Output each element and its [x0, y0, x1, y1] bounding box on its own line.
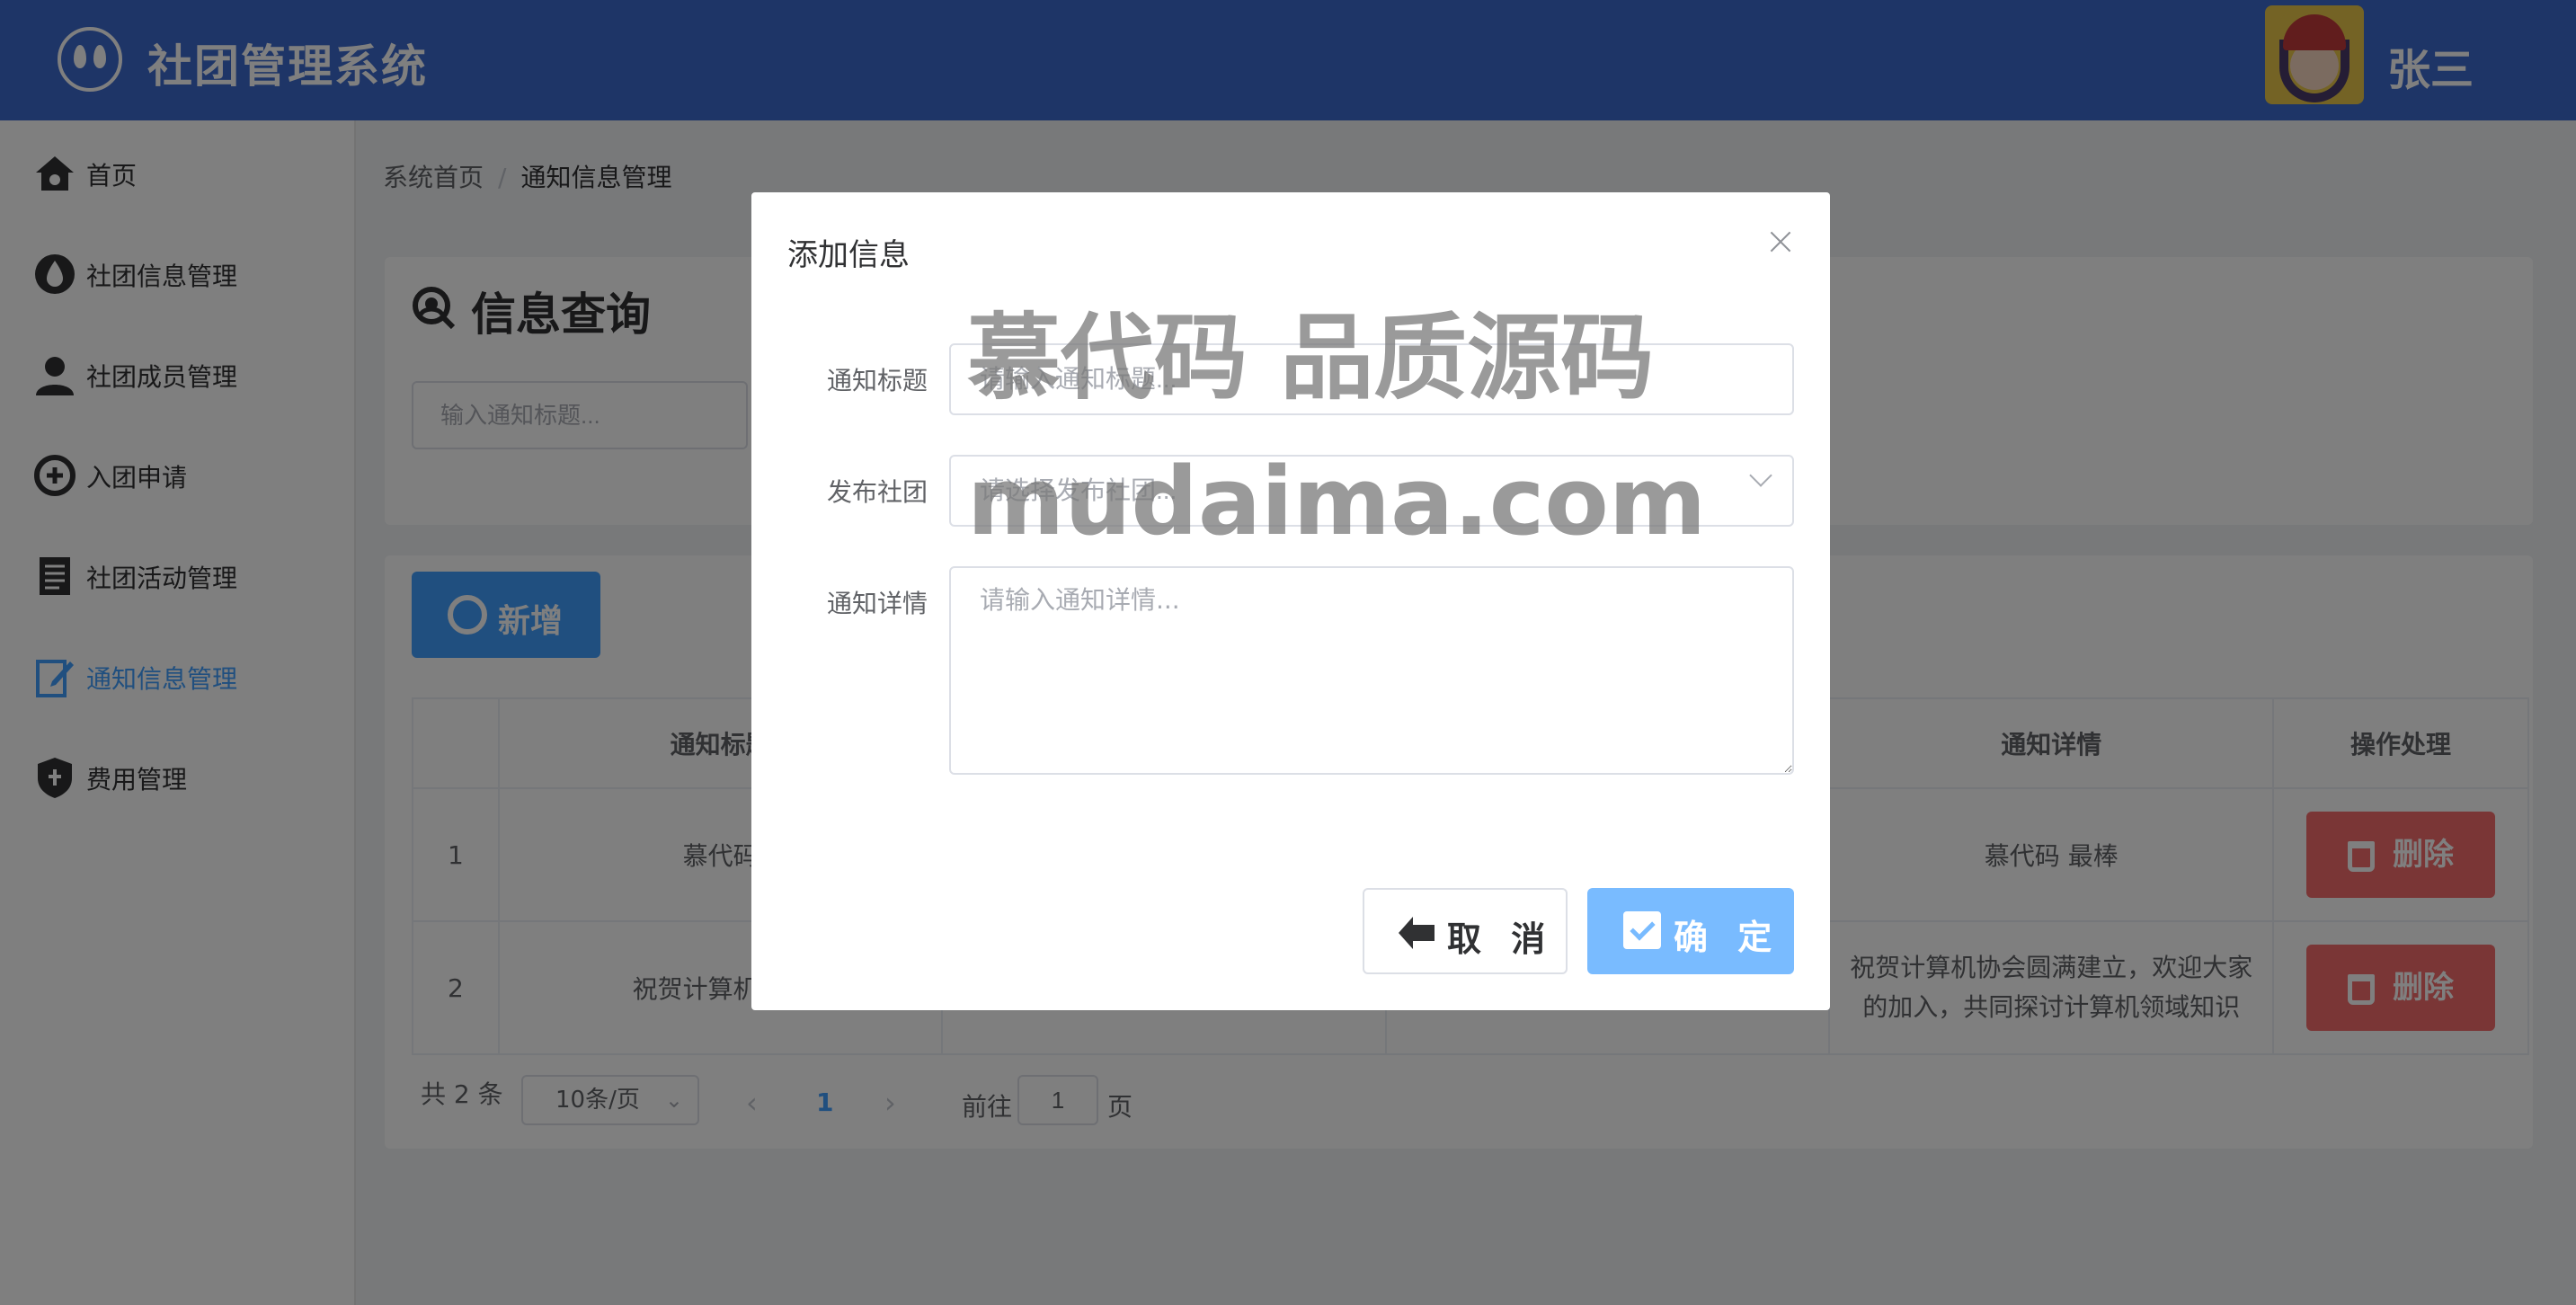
club-label: 发布社团 — [827, 477, 928, 507]
confirm-button-label: 确 定 — [1674, 918, 1781, 957]
watermark-line1: 慕代码 品质源码 — [967, 303, 1655, 413]
cancel-button[interactable]: 取 消 — [1363, 888, 1568, 974]
notice-detail-label: 通知详情 — [827, 589, 928, 618]
close-icon[interactable] — [1767, 228, 1794, 255]
watermark-line2: mudaima.com — [967, 447, 1707, 556]
confirm-button[interactable]: 确 定 — [1587, 888, 1794, 974]
notice-detail-textarea[interactable] — [949, 566, 1794, 775]
cancel-button-label: 取 消 — [1447, 919, 1555, 959]
dialog-title: 添加信息 — [787, 237, 910, 273]
watermark: 慕代码 品质源码 mudaima.com — [967, 286, 1706, 573]
checkbox-icon — [1623, 911, 1661, 949]
back-arrow-icon — [1399, 917, 1435, 949]
notice-title-label: 通知标题 — [827, 366, 928, 395]
